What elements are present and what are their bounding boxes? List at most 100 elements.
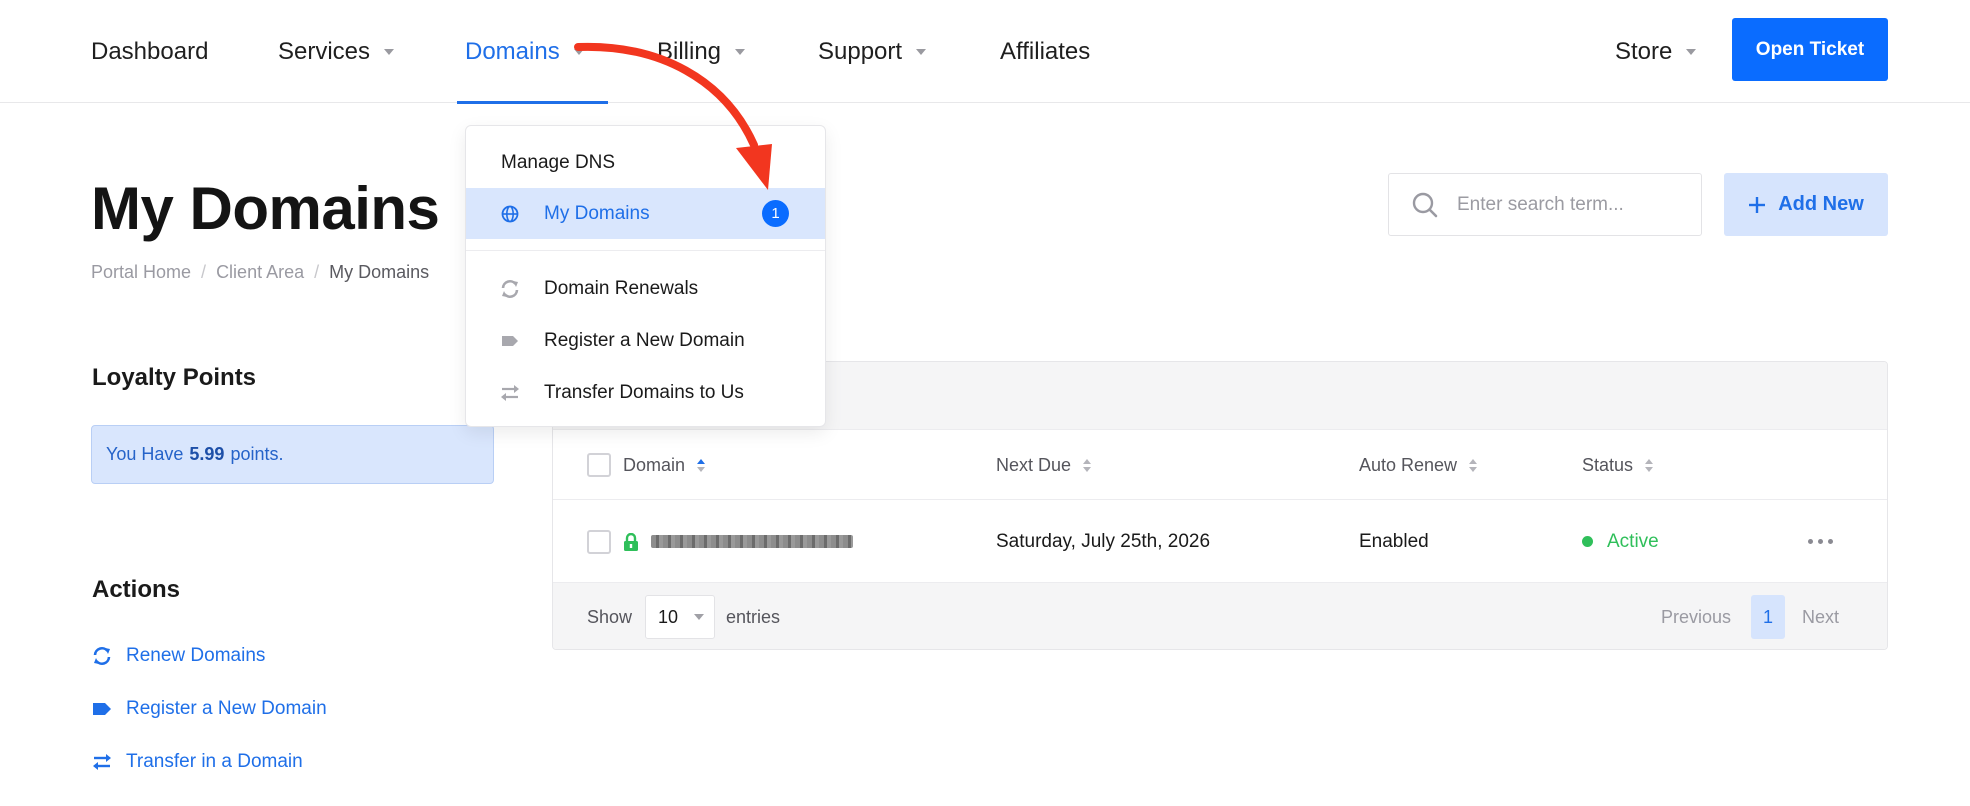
pagination-next[interactable]: Next [1802, 583, 1839, 649]
chevron-down-icon [384, 48, 395, 55]
auto-renew-cell: Enabled [1359, 530, 1429, 552]
chevron-down-icon [1686, 48, 1697, 55]
lock-icon [624, 532, 638, 551]
nav-support[interactable]: Support [818, 0, 927, 103]
nav-domains-label: Domains [465, 37, 560, 65]
transfer-domain-label: Transfer in a Domain [126, 751, 303, 772]
menu-item-label: Manage DNS [501, 151, 616, 173]
search-box [1388, 173, 1702, 236]
register-domain-link[interactable]: Register a New Domain [92, 698, 327, 720]
menu-divider [466, 250, 825, 251]
sort-icon [697, 458, 706, 472]
search-icon [1412, 192, 1438, 217]
nav-billing[interactable]: Billing [657, 0, 746, 103]
plus-icon [1749, 196, 1766, 213]
nav-services[interactable]: Services [278, 0, 395, 103]
nav-dashboard-label: Dashboard [91, 37, 209, 65]
menu-item-register-domain[interactable]: Register a New Domain [466, 315, 825, 366]
nav-affiliates-label: Affiliates [1000, 37, 1091, 65]
search-input[interactable] [1457, 193, 1677, 216]
loyalty-suffix: points. [230, 444, 284, 464]
breadcrumb-separator: / [314, 262, 320, 282]
menu-item-domain-renewals[interactable]: Domain Renewals [466, 263, 825, 314]
more-options-icon[interactable] [1808, 539, 1833, 544]
next-due-cell: Saturday, July 25th, 2026 [996, 530, 1211, 552]
column-next-due[interactable]: Next Due [996, 430, 1092, 500]
column-status[interactable]: Status [1582, 430, 1654, 500]
select-all-checkbox[interactable] [587, 453, 611, 477]
breadcrumb-client-area[interactable]: Client Area [216, 262, 304, 283]
loyalty-points-heading: Loyalty Points [92, 364, 257, 391]
nav-affiliates[interactable]: Affiliates [1000, 0, 1090, 103]
breadcrumb-separator: / [201, 262, 207, 282]
chevron-down-icon [573, 48, 584, 55]
tag-icon [500, 331, 520, 351]
pagination-previous[interactable]: Previous [1661, 583, 1731, 649]
column-domain-label: Domain [623, 454, 686, 475]
column-next-due-label: Next Due [996, 454, 1072, 475]
menu-item-label: Transfer Domains to Us [544, 381, 744, 403]
status-dot-icon [1582, 536, 1593, 547]
row-checkbox[interactable] [587, 529, 611, 554]
renew-domains-label: Renew Domains [126, 645, 266, 666]
status-badge: Active [1607, 530, 1659, 552]
menu-item-label: Register a New Domain [544, 329, 745, 351]
menu-item-label: My Domains [544, 202, 650, 224]
domains-dropdown-menu: Manage DNS My Domains 1 Domain Renewals … [465, 125, 826, 427]
sort-icon [1083, 458, 1092, 472]
globe-icon [500, 204, 520, 224]
renew-domains-link[interactable]: Renew Domains [92, 645, 265, 667]
loyalty-points-value: 5.99 [189, 444, 225, 464]
nav-support-label: Support [818, 37, 903, 65]
pagination-page-1[interactable]: 1 [1751, 595, 1785, 639]
status-cell: Active [1582, 500, 1659, 583]
nav-store-label: Store [1615, 37, 1673, 65]
open-ticket-label: Open Ticket [1755, 38, 1865, 60]
sort-icon [1469, 458, 1478, 472]
nav-services-label: Services [278, 37, 371, 65]
column-domain[interactable]: Domain [587, 430, 706, 500]
transfer-domain-link[interactable]: Transfer in a Domain [92, 751, 303, 773]
nav-store[interactable]: Store [1615, 0, 1697, 103]
transfer-icon [500, 383, 520, 403]
breadcrumb-portal-home[interactable]: Portal Home [91, 262, 191, 283]
table-footer: Show 10 entries Previous 1 Next [553, 583, 1887, 649]
chevron-down-icon [735, 48, 746, 55]
domain-cell[interactable] [587, 500, 853, 583]
chevron-down-icon [916, 48, 927, 55]
table-header: Domain Next Due Auto Renew Status [553, 430, 1887, 500]
menu-item-my-domains[interactable]: My Domains 1 [466, 188, 825, 239]
add-new-label: Add New [1778, 193, 1864, 215]
breadcrumb-current: My Domains [329, 262, 430, 282]
column-auto-renew[interactable]: Auto Renew [1359, 430, 1478, 500]
transfer-icon [92, 753, 112, 771]
domain-name-redacted[interactable] [651, 535, 853, 548]
show-label: Show [587, 606, 633, 627]
table-row[interactable]: Saturday, July 25th, 2026 Enabled Active [553, 500, 1887, 583]
nav-domains[interactable]: Domains [457, 0, 608, 104]
loyalty-prefix: You Have [106, 444, 184, 464]
chevron-down-icon [694, 614, 705, 620]
add-new-button[interactable]: Add New [1724, 173, 1888, 236]
menu-item-transfer-domains[interactable]: Transfer Domains to Us [466, 367, 825, 418]
top-navigation: Dashboard Services Domains Billing Suppo… [0, 0, 1970, 104]
register-domain-label: Register a New Domain [126, 698, 327, 719]
sort-icon [1645, 458, 1654, 472]
loyalty-points-box: You Have 5.99 points. [91, 425, 494, 484]
page-title: My Domains [91, 175, 440, 242]
actions-heading: Actions [92, 576, 181, 603]
sync-icon [500, 279, 520, 299]
column-auto-renew-label: Auto Renew [1359, 454, 1458, 475]
entries-label: entries [726, 606, 781, 627]
row-actions[interactable] [1808, 500, 1833, 583]
nav-billing-label: Billing [657, 37, 722, 65]
entries-per-page-select[interactable]: 10 [645, 595, 715, 639]
nav-dashboard[interactable]: Dashboard [91, 0, 208, 103]
open-ticket-button[interactable]: Open Ticket [1732, 18, 1888, 81]
sync-icon [92, 646, 112, 666]
tag-icon [92, 702, 112, 716]
count-badge: 1 [762, 200, 789, 227]
menu-item-label: Domain Renewals [544, 277, 699, 299]
column-status-label: Status [1582, 454, 1634, 475]
menu-item-manage-dns[interactable]: Manage DNS [466, 137, 825, 188]
